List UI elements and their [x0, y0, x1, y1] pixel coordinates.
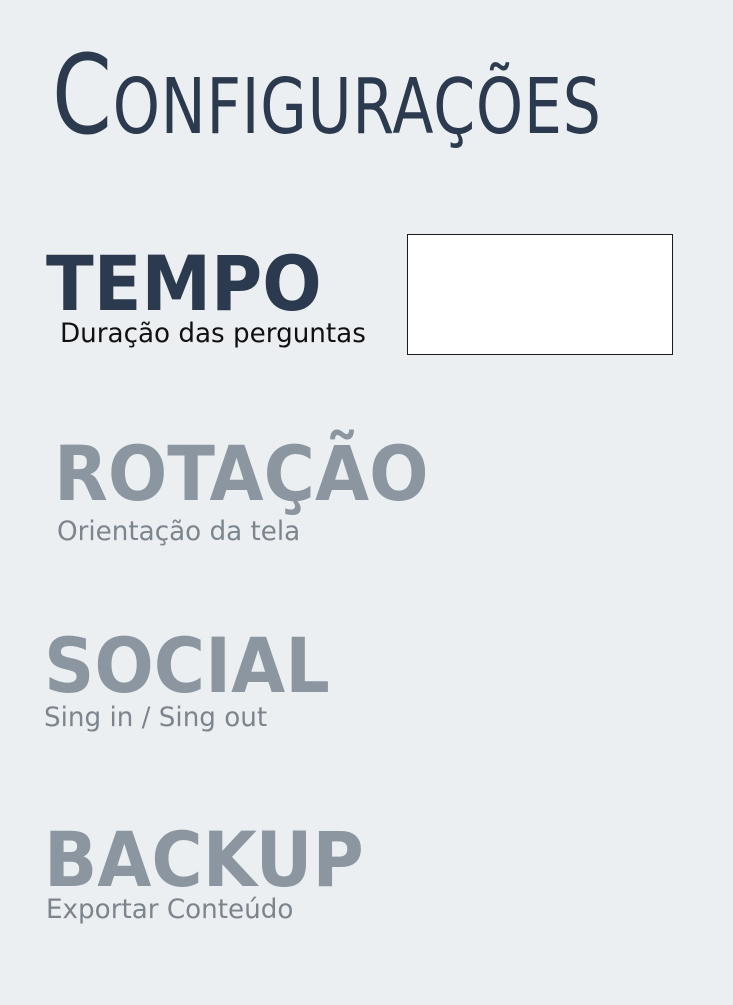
backup-subtitle: Exportar Conteúdo	[46, 894, 294, 925]
social-subtitle: Sing in / Sing out	[44, 702, 268, 733]
tempo-heading: TEMPO	[46, 239, 322, 328]
rotacao-subtitle: Orientação da tela	[57, 516, 301, 547]
backup-heading: BACKUP	[44, 815, 364, 904]
duration-input[interactable]	[407, 234, 673, 355]
page-title: Configurações	[52, 31, 602, 159]
rotacao-heading: ROTAÇÃO	[54, 429, 429, 518]
social-heading: SOCIAL	[44, 621, 330, 710]
setting-social[interactable]: SOCIAL Sing in / Sing out	[0, 622, 733, 742]
setting-rotacao[interactable]: ROTAÇÃO Orientação da tela	[0, 432, 733, 552]
tempo-subtitle: Duração das perguntas	[60, 318, 366, 349]
setting-backup[interactable]: BACKUP Exportar Conteúdo	[0, 818, 733, 938]
